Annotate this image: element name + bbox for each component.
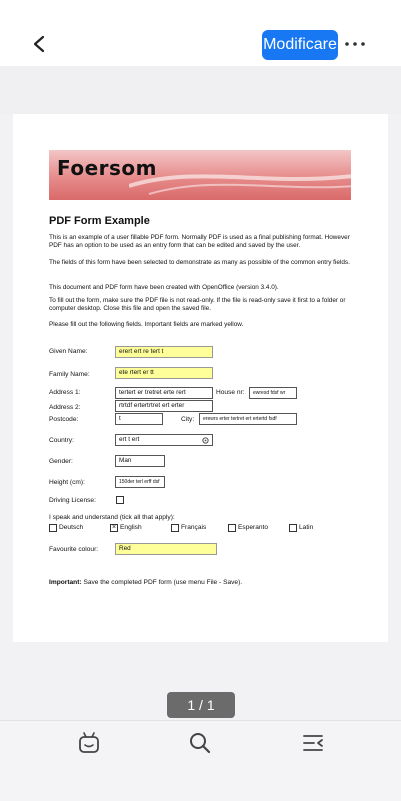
readonly-paragraph: To fill out the form, make sure the PDF … — [49, 297, 346, 313]
robot-assistant-icon[interactable] — [77, 731, 101, 755]
instructions-paragraph: Please fill out the following fields. Im… — [49, 321, 244, 328]
deutsch-checkbox[interactable] — [49, 524, 57, 532]
openoffice-paragraph: This document and PDF form have been cre… — [49, 284, 279, 291]
deutsch-label: Deutsch — [59, 524, 84, 531]
latin-label: Latin — [299, 524, 314, 531]
page-indicator: 1 / 1 — [167, 692, 235, 718]
city-label: City: — [181, 416, 195, 423]
height-field[interactable]: 150der terl erff dsf — [115, 476, 165, 488]
postcode-field[interactable]: t — [115, 413, 163, 425]
gender-field[interactable]: Man — [115, 455, 165, 467]
given-name-label: Given Name: — [49, 348, 88, 355]
esperanto-label: Esperanto — [238, 524, 269, 531]
address1-label: Address 1: — [49, 389, 81, 396]
country-label: Country: — [49, 437, 74, 444]
esperanto-checkbox[interactable] — [228, 524, 236, 532]
family-name-label: Family Name: — [49, 371, 90, 378]
house-nr-label: House nr: — [216, 389, 245, 396]
driving-license-checkbox[interactable] — [116, 496, 124, 504]
important-note: Important: Save the completed PDF form (… — [49, 579, 242, 586]
search-icon[interactable] — [188, 731, 212, 755]
country-dropdown[interactable]: ert t ert — [115, 434, 213, 446]
latin-checkbox[interactable] — [289, 524, 297, 532]
form-title: PDF Form Example — [49, 215, 150, 227]
list-menu-icon[interactable] — [301, 731, 325, 755]
viewer-background — [0, 66, 401, 114]
francais-label: Français — [181, 524, 207, 531]
english-label: English — [120, 524, 142, 531]
given-name-field[interactable]: erert ert re tert t — [115, 346, 213, 358]
bottom-toolbar — [0, 720, 401, 801]
address2-field[interactable]: rtrtdf ertertrtret ert erter — [115, 400, 213, 412]
logo: Foersom — [57, 156, 158, 180]
languages-label: I speak and understand (tick all that ap… — [49, 514, 175, 521]
intro-paragraph: This is an example of a user fillable PD… — [49, 234, 350, 250]
top-bar: Modificare — [0, 0, 401, 66]
postcode-label: Postcode: — [49, 416, 79, 423]
city-field[interactable]: erewrs erter tertret ert ertertd fsdf — [199, 413, 297, 425]
favourite-colour-label: Favourite colour: — [49, 546, 99, 553]
more-horizontal-icon[interactable] — [344, 36, 366, 52]
dropdown-arrow-icon[interactable] — [202, 437, 209, 444]
house-nr-field[interactable]: ewresd fdsf wr — [249, 387, 297, 399]
chevron-left-icon[interactable] — [30, 34, 48, 54]
driving-license-label: Driving License: — [49, 497, 96, 504]
important-text: Save the completed PDF form (use menu Fi… — [81, 579, 243, 586]
pdf-page[interactable]: Foersom PDF Form Example This is an exam… — [13, 114, 388, 642]
fields-paragraph: The fields of this form have been select… — [49, 259, 350, 266]
country-value: ert t ert — [119, 436, 140, 443]
gender-label: Gender: — [49, 458, 73, 465]
francais-checkbox[interactable] — [171, 524, 179, 532]
english-checkbox[interactable]: × — [110, 524, 118, 532]
address2-label: Address 2: — [49, 404, 81, 411]
favourite-colour-field[interactable]: Red — [115, 543, 217, 555]
address1-field[interactable]: tertert er tretret erte rert — [115, 387, 213, 399]
family-name-field[interactable]: ete rtert er tt — [115, 367, 213, 379]
important-bold: Important: — [49, 579, 82, 586]
edit-button[interactable]: Modificare — [262, 30, 338, 60]
banner-swoosh — [129, 174, 351, 195]
header-banner: Foersom — [49, 150, 351, 200]
height-label: Height (cm): — [49, 479, 85, 486]
